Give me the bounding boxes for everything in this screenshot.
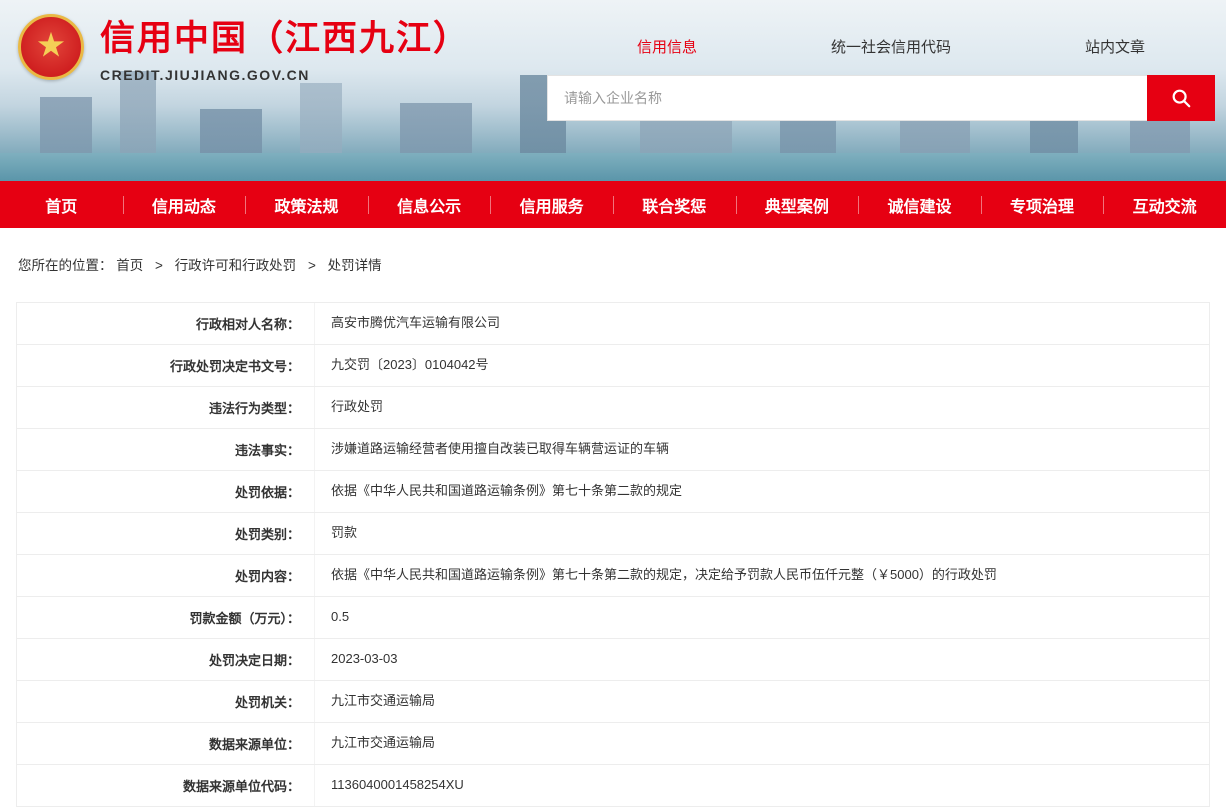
field-label: 数据来源单位代码： (17, 765, 315, 806)
search-bar (547, 75, 1215, 121)
field-label: 罚款金额（万元）： (17, 597, 315, 638)
field-label: 处罚内容： (17, 555, 315, 596)
field-value: 依据《中华人民共和国道路运输条例》第七十条第二款的规定 (315, 471, 1209, 512)
header-tabs: 信用信息 统一社会信用代码 站内文章 (547, 36, 1215, 57)
nav-item-interaction[interactable]: 互动交流 (1103, 181, 1226, 228)
table-row: 处罚机关： 九江市交通运输局 (17, 681, 1209, 723)
breadcrumb-section-link[interactable]: 行政许可和行政处罚 (175, 258, 297, 273)
field-label: 违法事实： (17, 429, 315, 470)
nav-item-credit-services[interactable]: 信用服务 (490, 181, 613, 228)
breadcrumb-current: 处罚详情 (328, 258, 382, 273)
tab-site-articles[interactable]: 站内文章 (1085, 36, 1145, 57)
field-label: 行政处罚决定书文号： (17, 345, 315, 386)
field-label: 处罚决定日期： (17, 639, 315, 680)
nav-item-policies[interactable]: 政策法规 (245, 181, 368, 228)
field-value: 1136040001458254XU (315, 765, 1209, 806)
field-value: 九交罚〔2023〕0104042号 (315, 345, 1209, 386)
breadcrumb: 您所在的位置： 首页 > 行政许可和行政处罚 > 处罚详情 (0, 228, 1226, 296)
table-row: 数据来源单位代码： 1136040001458254XU (17, 765, 1209, 807)
header-search-area: 信用信息 统一社会信用代码 站内文章 (547, 36, 1215, 121)
search-button[interactable] (1147, 75, 1215, 121)
table-row: 行政相对人名称： 高安市腾优汽车运输有限公司 (17, 303, 1209, 345)
field-label: 违法行为类型： (17, 387, 315, 428)
search-icon (1170, 87, 1192, 109)
breadcrumb-prefix: 您所在的位置： (18, 258, 113, 273)
breadcrumb-separator: > (155, 258, 163, 273)
search-input[interactable] (547, 75, 1147, 121)
breadcrumb-separator: > (308, 258, 316, 273)
field-value: 0.5 (315, 597, 1209, 638)
field-value: 涉嫌道路运输经营者使用擅自改装已取得车辆营运证的车辆 (315, 429, 1209, 470)
field-value: 行政处罚 (315, 387, 1209, 428)
penalty-detail-table: 行政相对人名称： 高安市腾优汽车运输有限公司 行政处罚决定书文号： 九交罚〔20… (16, 302, 1210, 807)
nav-item-special-governance[interactable]: 专项治理 (981, 181, 1104, 228)
nav-item-credit-news[interactable]: 信用动态 (123, 181, 246, 228)
field-value: 2023-03-03 (315, 639, 1209, 680)
field-value: 罚款 (315, 513, 1209, 554)
field-value: 九江市交通运输局 (315, 681, 1209, 722)
table-row: 违法行为类型： 行政处罚 (17, 387, 1209, 429)
nav-item-home[interactable]: 首页 (0, 181, 123, 228)
table-row: 处罚依据： 依据《中华人民共和国道路运输条例》第七十条第二款的规定 (17, 471, 1209, 513)
tab-unified-credit-code[interactable]: 统一社会信用代码 (831, 36, 951, 57)
field-value: 高安市腾优汽车运输有限公司 (315, 303, 1209, 344)
nav-item-typical-cases[interactable]: 典型案例 (736, 181, 859, 228)
field-label: 处罚类别： (17, 513, 315, 554)
field-label: 数据来源单位： (17, 723, 315, 764)
site-domain: CREDIT.JIUJIANG.GOV.CN (100, 67, 470, 83)
site-brand[interactable]: ★ 信用中国（江西九江） CREDIT.JIUJIANG.GOV.CN (18, 14, 470, 83)
national-emblem-logo: ★ (18, 14, 84, 80)
tab-credit-info[interactable]: 信用信息 (637, 36, 697, 57)
field-label: 行政相对人名称： (17, 303, 315, 344)
field-value: 依据《中华人民共和国道路运输条例》第七十条第二款的规定，决定给予罚款人民币伍仟元… (315, 555, 1209, 596)
site-title: 信用中国（江西九江） (100, 20, 470, 59)
table-row: 处罚决定日期： 2023-03-03 (17, 639, 1209, 681)
nav-item-integrity-building[interactable]: 诚信建设 (858, 181, 981, 228)
table-row: 违法事实： 涉嫌道路运输经营者使用擅自改装已取得车辆营运证的车辆 (17, 429, 1209, 471)
breadcrumb-home-link[interactable]: 首页 (116, 258, 143, 273)
main-navigation: 首页 信用动态 政策法规 信息公示 信用服务 联合奖惩 典型案例 诚信建设 专项… (0, 181, 1226, 228)
table-row: 处罚类别： 罚款 (17, 513, 1209, 555)
field-label: 处罚依据： (17, 471, 315, 512)
nav-item-info-disclosure[interactable]: 信息公示 (368, 181, 491, 228)
table-row: 行政处罚决定书文号： 九交罚〔2023〕0104042号 (17, 345, 1209, 387)
table-row: 罚款金额（万元）： 0.5 (17, 597, 1209, 639)
site-header: ★ 信用中国（江西九江） CREDIT.JIUJIANG.GOV.CN 信用信息… (0, 0, 1226, 181)
table-row: 数据来源单位： 九江市交通运输局 (17, 723, 1209, 765)
field-label: 处罚机关： (17, 681, 315, 722)
field-value: 九江市交通运输局 (315, 723, 1209, 764)
brand-text: 信用中国（江西九江） CREDIT.JIUJIANG.GOV.CN (100, 14, 470, 83)
emblem-star-icon: ★ (36, 29, 66, 63)
nav-item-joint-rewards-punishments[interactable]: 联合奖惩 (613, 181, 736, 228)
table-row: 处罚内容： 依据《中华人民共和国道路运输条例》第七十条第二款的规定，决定给予罚款… (17, 555, 1209, 597)
